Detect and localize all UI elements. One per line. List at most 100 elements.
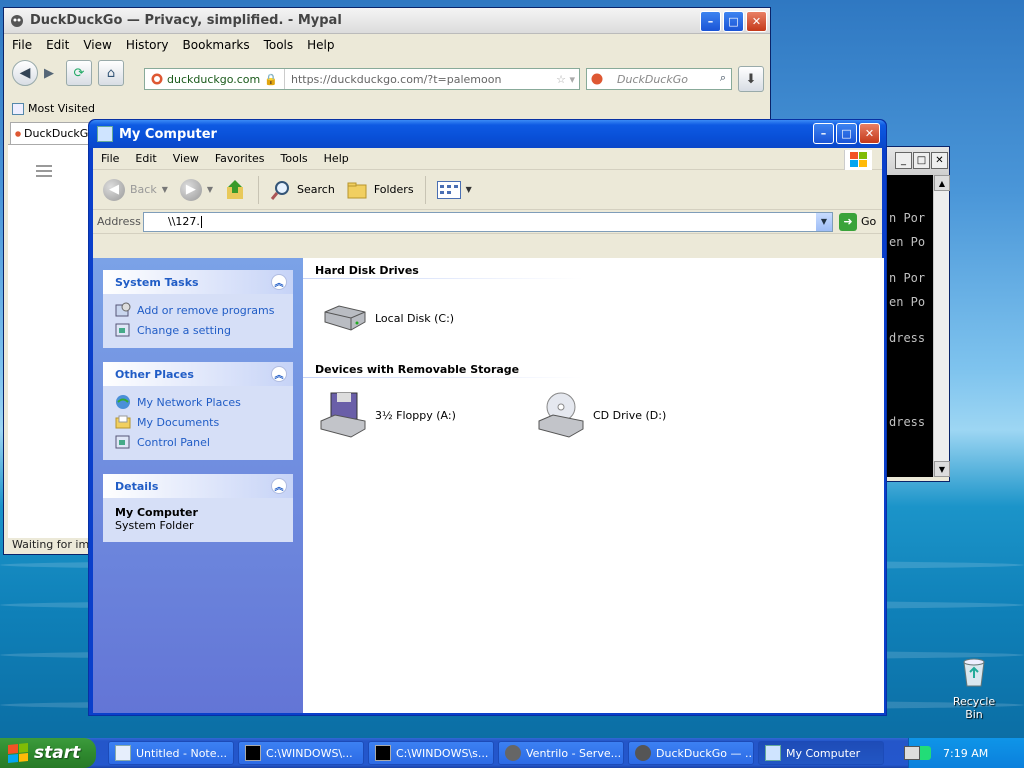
reload-icon[interactable]: ⟳ bbox=[66, 60, 92, 86]
ventrilo-icon bbox=[505, 745, 521, 761]
close-button[interactable]: ✕ bbox=[746, 11, 767, 32]
taskbar-item-my-computer[interactable]: My Computer bbox=[758, 741, 884, 765]
views-button[interactable]: ▼ bbox=[433, 179, 476, 201]
taskbar-item-ventrilo[interactable]: Ventrilo - Serve... bbox=[498, 741, 624, 765]
browser-titlebar[interactable]: DuckDuckGo — Privacy, simplified. - Mypa… bbox=[4, 8, 770, 34]
minimize-button[interactable]: – bbox=[700, 11, 721, 32]
address-input[interactable]: \\127. ▼ bbox=[143, 211, 833, 232]
collapse-chevron-icon[interactable]: ︽ bbox=[271, 366, 287, 382]
menu-file[interactable]: File bbox=[12, 38, 32, 52]
task-label: My Computer bbox=[786, 746, 861, 760]
downloads-icon[interactable]: ⬇ bbox=[738, 66, 764, 92]
forward-button[interactable]: ▶ ▼ bbox=[176, 177, 217, 203]
start-button[interactable]: start bbox=[0, 738, 96, 768]
dropdown-icon[interactable]: ▼ bbox=[162, 185, 168, 194]
url-bar[interactable]: duckduckgo.com 🔒 https://duckduckgo.com/… bbox=[144, 68, 580, 90]
go-button[interactable]: ➜ Go bbox=[839, 212, 877, 231]
add-remove-programs-link[interactable]: Add or remove programs bbox=[115, 300, 281, 320]
content-pane[interactable]: Hard Disk Drives Local Disk (C:) Devices… bbox=[303, 258, 884, 713]
group-header-removable: Devices with Removable Storage bbox=[315, 363, 520, 376]
collapse-chevron-icon[interactable]: ︽ bbox=[271, 478, 287, 494]
drive-label: CD Drive (D:) bbox=[593, 408, 667, 422]
console-output[interactable]: n Por en Po n Por en Po dress dress bbox=[887, 175, 933, 477]
console-window[interactable]: _ □ ✕ n Por en Po n Por en Po dress dres… bbox=[880, 146, 950, 482]
back-icon[interactable]: ◀ bbox=[12, 60, 38, 86]
minimize-button[interactable]: – bbox=[813, 123, 834, 144]
clock[interactable]: 7:19 AM bbox=[943, 747, 988, 760]
menu-history[interactable]: History bbox=[126, 38, 169, 52]
scroll-up-icon[interactable]: ▲ bbox=[934, 175, 950, 191]
url-text[interactable]: https://duckduckgo.com/?t=palemoon bbox=[285, 73, 501, 86]
maximize-button[interactable]: □ bbox=[723, 11, 744, 32]
up-folder-button[interactable] bbox=[221, 177, 251, 203]
menu-view[interactable]: View bbox=[173, 152, 199, 165]
taskbar-item-duckduckgo[interactable]: DuckDuckGo — ... bbox=[628, 741, 754, 765]
taskbar-item-cmd-2[interactable]: C:\WINDOWS\s... bbox=[368, 741, 494, 765]
menu-edit[interactable]: Edit bbox=[135, 152, 156, 165]
drive-label: 3½ Floppy (A:) bbox=[375, 408, 456, 422]
system-tasks-header[interactable]: System Tasks ︽ bbox=[103, 270, 293, 294]
lock-icon: 🔒 bbox=[264, 72, 278, 86]
console-line: en Po bbox=[889, 295, 926, 309]
folders-button[interactable]: Folders bbox=[343, 178, 418, 202]
site-identity[interactable]: duckduckgo.com 🔒 bbox=[145, 69, 285, 89]
command-prompt-icon bbox=[245, 745, 261, 761]
close-button[interactable]: ✕ bbox=[859, 123, 880, 144]
my-documents-link[interactable]: My Documents bbox=[115, 412, 281, 432]
menu-help[interactable]: Help bbox=[324, 152, 349, 165]
most-visited-icon bbox=[12, 102, 24, 115]
most-visited-bookmark[interactable]: Most Visited bbox=[28, 102, 95, 115]
details-header[interactable]: Details ︽ bbox=[103, 474, 293, 498]
my-computer-titlebar[interactable]: My Computer – □ ✕ bbox=[89, 120, 886, 148]
explorer-menubar: File Edit View Favorites Tools Help bbox=[93, 148, 882, 170]
link-label: My Documents bbox=[137, 415, 220, 429]
maximize-button[interactable]: □ bbox=[913, 152, 930, 169]
taskbar-item-cmd-1[interactable]: C:\WINDOWS\... bbox=[238, 741, 364, 765]
drive-cd-d[interactable]: CD Drive (D:) bbox=[537, 391, 666, 439]
control-panel-link[interactable]: Control Panel bbox=[115, 432, 281, 452]
hamburger-menu-icon[interactable] bbox=[36, 165, 52, 180]
menu-tools[interactable]: Tools bbox=[281, 152, 308, 165]
my-computer-window[interactable]: My Computer – □ ✕ File Edit View Favorit… bbox=[88, 119, 887, 716]
maximize-button[interactable]: □ bbox=[836, 123, 857, 144]
mypal-logo-icon bbox=[11, 14, 23, 27]
collapse-chevron-icon[interactable]: ︽ bbox=[271, 274, 287, 290]
search-button[interactable]: Search bbox=[266, 177, 339, 203]
recycle-bin[interactable]: Recycle Bin bbox=[944, 656, 1004, 721]
duckduckgo-engine-icon[interactable] bbox=[591, 73, 603, 85]
menu-bookmarks[interactable]: Bookmarks bbox=[183, 38, 250, 52]
home-icon[interactable]: ⌂ bbox=[98, 60, 124, 86]
details-title: Details bbox=[115, 479, 159, 493]
menu-file[interactable]: File bbox=[101, 152, 119, 165]
scroll-down-icon[interactable]: ▼ bbox=[934, 461, 950, 477]
taskbar-item-notepad[interactable]: Untitled - Note... bbox=[108, 741, 234, 765]
menu-favorites[interactable]: Favorites bbox=[215, 152, 265, 165]
minimize-button[interactable]: _ bbox=[895, 152, 912, 169]
go-label: Go bbox=[861, 215, 877, 228]
console-titlebar[interactable]: _ □ ✕ bbox=[881, 147, 949, 175]
menu-view[interactable]: View bbox=[83, 38, 111, 52]
window-title: My Computer bbox=[119, 126, 217, 142]
search-input[interactable]: DuckDuckGo ⌕ bbox=[586, 68, 732, 90]
back-button[interactable]: ◀ Back ▼ bbox=[99, 177, 172, 203]
dropdown-icon[interactable]: ▼ bbox=[466, 185, 472, 194]
dropdown-icon[interactable]: ▼ bbox=[207, 185, 213, 194]
keyboard-icon[interactable] bbox=[904, 746, 920, 760]
other-places-header[interactable]: Other Places ︽ bbox=[103, 362, 293, 386]
change-setting-link[interactable]: Change a setting bbox=[115, 320, 281, 340]
console-scrollbar[interactable]: ▲ ▼ bbox=[933, 175, 950, 477]
my-network-places-link[interactable]: My Network Places bbox=[115, 392, 281, 412]
menu-help[interactable]: Help bbox=[307, 38, 334, 52]
address-dropdown-icon[interactable]: ▼ bbox=[816, 212, 832, 231]
tab-duckduckgo[interactable]: DuckDuckGo bbox=[10, 122, 96, 144]
menu-tools[interactable]: Tools bbox=[264, 38, 294, 52]
close-button[interactable]: ✕ bbox=[931, 152, 948, 169]
drive-local-disk-c[interactable]: Local Disk (C:) bbox=[319, 302, 454, 334]
forward-icon[interactable]: ▶ bbox=[44, 66, 54, 81]
bookmark-star-icon[interactable]: ☆ ▾ bbox=[556, 73, 575, 86]
menu-edit[interactable]: Edit bbox=[46, 38, 69, 52]
go-arrow-icon: ➜ bbox=[839, 212, 857, 231]
search-icon[interactable]: ⌕ bbox=[720, 71, 726, 85]
drive-floppy-a[interactable]: 3½ Floppy (A:) bbox=[319, 391, 456, 439]
notepad-icon bbox=[115, 745, 131, 761]
